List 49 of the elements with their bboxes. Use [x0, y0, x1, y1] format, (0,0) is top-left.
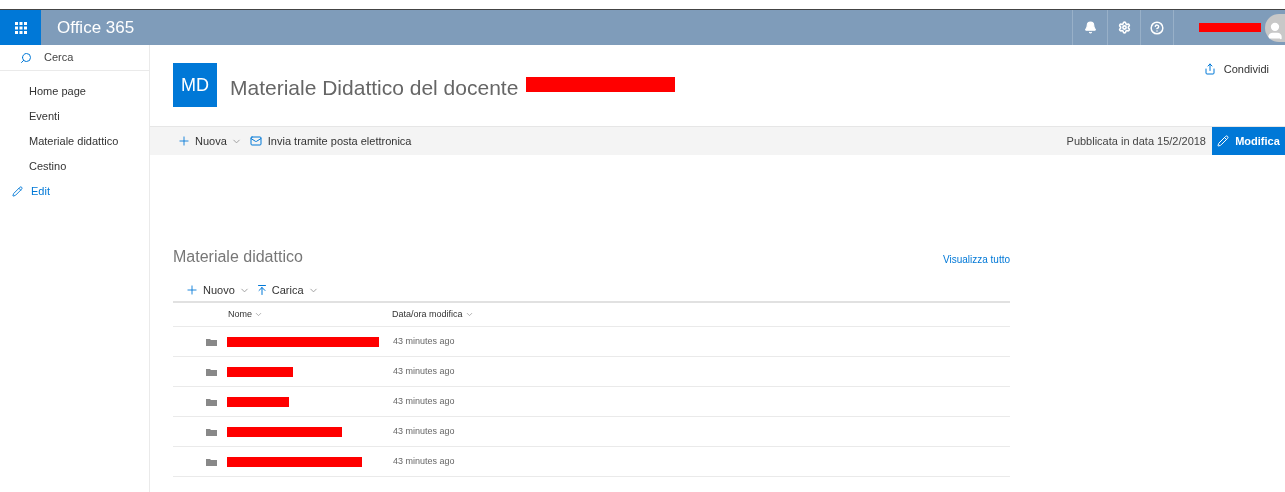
section-title: Materiale didattico	[173, 247, 303, 267]
site-logo: MD	[173, 63, 217, 107]
bell-icon	[1083, 21, 1097, 34]
folder-icon	[206, 367, 217, 376]
help-icon	[1150, 20, 1164, 35]
column-header[interactable]: Nome	[228, 307, 392, 322]
search-icon	[20, 51, 32, 64]
modified-time: 43 minutes ago	[393, 424, 455, 438]
folder-icon	[206, 337, 217, 346]
app-title: Office 365	[57, 16, 135, 39]
column-header[interactable]: Data/ora modifica	[392, 307, 474, 322]
plus-icon	[177, 134, 191, 148]
share-icon	[1203, 63, 1216, 76]
pencil-icon	[1217, 135, 1230, 147]
chevron-down-icon	[464, 310, 474, 319]
edit-button[interactable]: Modifica	[1212, 127, 1285, 155]
chevron-down-icon	[254, 310, 263, 319]
modified-time: 43 minutes ago	[393, 364, 455, 378]
redacted-name	[227, 396, 289, 407]
mail-icon	[249, 135, 262, 147]
folder-icon	[206, 397, 217, 406]
modified-time: 43 minutes ago	[393, 394, 455, 408]
upload-button[interactable]: Carica	[255, 281, 319, 299]
avatar-icon[interactable]	[1265, 13, 1285, 42]
nav-link[interactable]: Eventi	[0, 104, 149, 129]
folder-icon	[206, 457, 217, 466]
plus-icon	[185, 283, 199, 297]
upload-icon	[255, 284, 268, 296]
pencil-icon	[12, 186, 23, 197]
redacted-name	[1199, 23, 1261, 32]
redacted-name	[227, 366, 293, 377]
app-launcher-icon	[14, 21, 27, 34]
share-button[interactable]: Condividi	[1203, 61, 1269, 78]
search-field[interactable]: Cerca	[0, 45, 149, 71]
published-date: Pubblicata in data 15/2/2018	[1066, 133, 1206, 149]
modified-time: 43 minutes ago	[393, 334, 455, 348]
site-title: Materiale Didattico del docente	[230, 75, 519, 101]
new-button[interactable]: Nuovo	[185, 281, 250, 299]
folder-icon	[206, 427, 217, 436]
nav-link[interactable]: Materiale didattico	[0, 129, 149, 154]
edit-link[interactable]: Edit	[0, 179, 149, 204]
email-button[interactable]: Invia tramite posta elettronica	[249, 132, 412, 150]
settings-icon	[1117, 21, 1131, 34]
app-launcher-button[interactable]	[0, 10, 41, 45]
new-button[interactable]: Nuova	[177, 132, 242, 150]
nav-link[interactable]: Cestino	[0, 154, 149, 179]
nav-link[interactable]: Home page	[0, 79, 149, 104]
modified-time: 43 minutes ago	[393, 454, 455, 468]
view-all-link[interactable]: Visualizza tutto	[942, 251, 1010, 267]
